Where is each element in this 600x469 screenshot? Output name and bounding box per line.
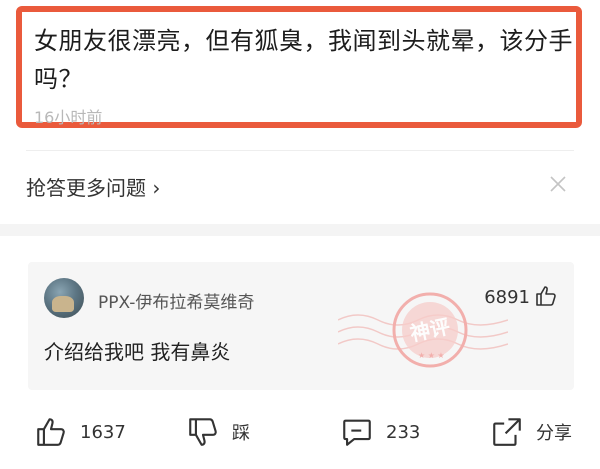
- god-comment-stamp-icon: 神评 ★ ★ ★: [338, 292, 508, 368]
- comment-like-count: 6891: [484, 287, 530, 308]
- section-separator: [0, 224, 600, 236]
- question-title[interactable]: 女朋友很漂亮，但有狐臭，我闻到头就晕，该分手吗？: [34, 22, 574, 98]
- dislike-label: 踩: [232, 423, 250, 444]
- comment-count: 233: [386, 421, 421, 443]
- more-questions-link[interactable]: 抢答更多问题 ›: [26, 172, 160, 201]
- more-questions-row: 抢答更多问题 ›: [26, 166, 574, 208]
- like-button[interactable]: 1637: [34, 414, 126, 450]
- top-comment-card[interactable]: PPX-伊布拉希莫维奇 神评 ★ ★ ★ 6891 介绍给我吧 我有鼻炎: [28, 262, 574, 390]
- question-timestamp: 16小时前: [34, 108, 103, 127]
- action-bar: 1637 踩 233 分享: [0, 408, 600, 456]
- comment-username[interactable]: PPX-伊布拉希莫维奇: [98, 288, 254, 313]
- share-label: 分享: [536, 423, 572, 444]
- thumbs-up-icon[interactable]: [534, 284, 558, 308]
- share-button[interactable]: 分享: [490, 414, 572, 450]
- close-icon[interactable]: [548, 174, 568, 194]
- comment-icon: [343, 419, 371, 446]
- thumbs-up-icon: [37, 418, 65, 446]
- dislike-button[interactable]: 踩: [186, 414, 250, 450]
- share-icon: [493, 418, 521, 446]
- svg-text:★ ★ ★: ★ ★ ★: [418, 351, 445, 360]
- comment-text: 介绍给我吧 我有鼻炎: [44, 340, 231, 364]
- question-highlight-box[interactable]: 女朋友很漂亮，但有狐臭，我闻到头就晕，该分手吗？ 16小时前: [16, 6, 582, 128]
- thumbs-down-icon: [189, 418, 217, 446]
- comment-button[interactable]: 233: [340, 414, 420, 450]
- divider: [26, 150, 574, 151]
- like-count: 1637: [80, 421, 126, 443]
- avatar[interactable]: [44, 278, 84, 318]
